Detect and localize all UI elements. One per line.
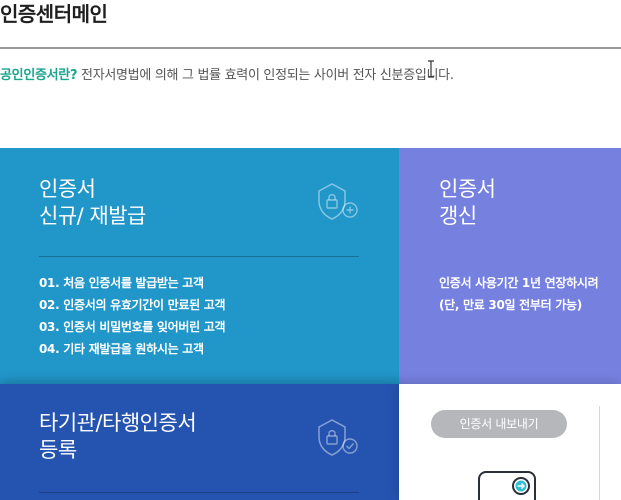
intro-text: 공인인증서란? 전자서명법에 의해 그 법률 효력이 인정되는 사이버 전자 신… [0, 66, 454, 86]
card-new-title: 인증서 신규/ 재발급 [39, 176, 146, 230]
card-renew-title-line2: 갱신 [439, 204, 477, 228]
card-other-registration[interactable]: 타기관/타행인증서 등록 [0, 384, 399, 500]
card-new-divider [39, 256, 359, 257]
card-new-reissue[interactable]: 인증서 신규/ 재발급 01. 처음 인증서를 발급받는 고객 02. 인증서의… [0, 148, 399, 384]
page-title: 인증센터메인 [0, 2, 108, 26]
shield-check-icon [318, 419, 358, 456]
card-new-list: 01. 처음 인증서를 발급받는 고객 02. 인증서의 유효기간이 만료된 고… [39, 272, 226, 360]
list-item: 04. 기타 재발급을 원하시는 고객 [39, 342, 204, 356]
export-certificate-button[interactable]: 인증서 내보내기 [431, 410, 567, 438]
card-export: 인증서 내보내기 [399, 384, 621, 500]
card-renew[interactable]: 인증서 갱신 인증서 사용기간 1년 연장하시려 (단, 만료 30일 전부터 … [399, 148, 621, 384]
card-other-title-line2: 등록 [39, 438, 77, 462]
card-renew-text-line2: (단, 만료 30일 전부터 가능) [439, 298, 582, 312]
card-renew-text-line1: 인증서 사용기간 1년 연장하시려 [439, 276, 599, 290]
card-other-title: 타기관/타행인증서 등록 [39, 410, 197, 464]
text-cursor-icon [428, 60, 434, 78]
card-new-title-line2: 신규/ 재발급 [39, 204, 146, 228]
card-renew-description: 인증서 사용기간 1년 연장하시려 (단, 만료 30일 전부터 가능) [439, 272, 599, 316]
card-renew-title-line1: 인증서 [439, 177, 496, 201]
title-divider [0, 47, 621, 49]
card-new-title-line1: 인증서 [39, 177, 96, 201]
list-item: 01. 처음 인증서를 발급받는 고객 [39, 276, 204, 290]
intro-description: 전자서명법에 의해 그 법률 효력이 인정되는 사이버 전자 신분증입니다. [77, 68, 454, 83]
card-other-divider [39, 492, 359, 493]
list-item: 02. 인증서의 유효기간이 만료된 고객 [39, 298, 226, 312]
card-other-title-line1: 타기관/타행인증서 [39, 411, 197, 435]
shield-plus-icon [318, 183, 358, 220]
intro-question: 공인인증서란? [0, 68, 78, 83]
device-export-icon [478, 471, 536, 500]
list-item: 03. 인증서 비밀번호를 잊어버린 고객 [39, 320, 226, 334]
card-renew-title: 인증서 갱신 [439, 176, 496, 230]
export-divider [599, 406, 600, 500]
